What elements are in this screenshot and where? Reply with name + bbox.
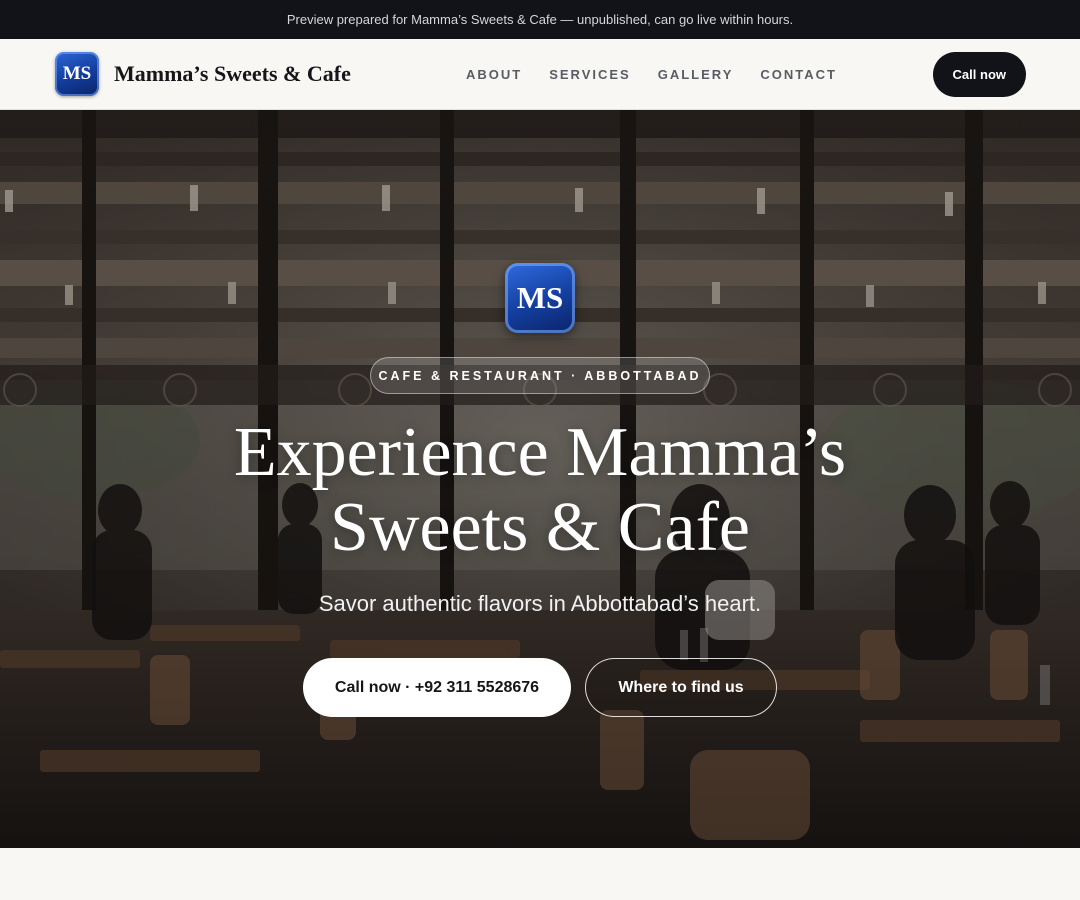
hero-title-line-1: Experience Mamma’s	[233, 414, 847, 491]
hero-call-button[interactable]: Call now · +92 311 5528676	[303, 658, 571, 717]
site-header: MS Mamma’s Sweets & Cafe ABOUT SERVICES …	[0, 39, 1080, 110]
main-nav: ABOUT SERVICES GALLERY CONTACT	[466, 39, 837, 109]
hero-logo: MS	[505, 263, 575, 333]
hero-content: MS CAFE & RESTAURANT · ABBOTTABAD Experi…	[0, 110, 1080, 848]
nav-link-contact[interactable]: CONTACT	[760, 67, 837, 82]
header-call-button[interactable]: Call now	[932, 52, 1026, 97]
hero-location-button[interactable]: Where to find us	[585, 658, 777, 717]
next-section-edge	[0, 848, 1080, 900]
hero-section: MS CAFE & RESTAURANT · ABBOTTABAD Experi…	[0, 110, 1080, 848]
brand-logo: MS	[55, 52, 99, 96]
hero-title: Experience Mamma’s Sweets & Cafe	[140, 415, 940, 565]
nav-link-services[interactable]: SERVICES	[549, 67, 631, 82]
preview-banner: Preview prepared for Mamma’s Sweets & Ca…	[0, 0, 1080, 39]
nav-link-about[interactable]: ABOUT	[466, 67, 522, 82]
hero-subtitle: Savor authentic flavors in Abbottabad’s …	[318, 591, 762, 616]
nav-link-gallery[interactable]: GALLERY	[658, 67, 734, 82]
brand-name: Mamma’s Sweets & Cafe	[114, 61, 351, 86]
hero-category-badge: CAFE & RESTAURANT · ABBOTTABAD	[370, 357, 710, 394]
preview-banner-text: Preview prepared for Mamma’s Sweets & Ca…	[286, 12, 794, 27]
hero-title-line-2: Sweets & Cafe	[330, 489, 750, 566]
brand-link[interactable]: MS Mamma’s Sweets & Cafe	[55, 52, 351, 96]
